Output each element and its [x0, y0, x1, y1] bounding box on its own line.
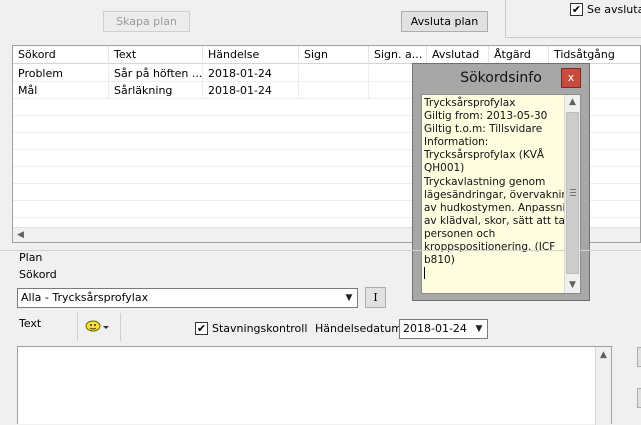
chevron-down-icon[interactable]: ▼: [473, 320, 485, 338]
side-button-upper[interactable]: [637, 347, 641, 367]
cell-sign: [299, 65, 369, 82]
cell-text: Sår på höften ...: [109, 65, 203, 82]
keyword-info-button[interactable]: I: [365, 287, 386, 308]
side-button-lower[interactable]: [637, 388, 641, 408]
plan-text-area[interactable]: ▲: [17, 346, 612, 425]
scroll-left-icon[interactable]: ◀: [13, 228, 28, 243]
column-header-action[interactable]: Åtgärd: [489, 46, 549, 64]
cell-keyword: Problem: [13, 65, 109, 82]
show-finished-checkbox[interactable]: ✔: [570, 3, 583, 16]
popup-line: Trycksårsprofylax: [424, 97, 516, 109]
textarea-vertical-scrollbar[interactable]: ▲: [595, 347, 611, 425]
popup-line: Information:: [424, 136, 489, 149]
keyword-select[interactable]: Alla - Trycksårsprofylax ▼: [17, 288, 358, 308]
keyword-label: Sökord: [19, 268, 57, 281]
popup-line: Giltig t.o.m: Tillsvidare: [424, 123, 543, 136]
column-header-time-spent[interactable]: Tidsåtgång: [549, 46, 641, 64]
column-header-finished[interactable]: Avslutad: [427, 46, 489, 64]
column-header-event[interactable]: Händelse: [203, 46, 299, 64]
options-panel: ✔ Se avslutad: [505, 0, 641, 38]
popup-line: av klädval, skor, sätt att ta i: [424, 214, 572, 227]
scroll-up-icon[interactable]: ▲: [565, 95, 580, 110]
plan-section-label: Plan: [19, 251, 43, 264]
close-icon[interactable]: x: [561, 68, 581, 88]
popup-line: QH001): [424, 162, 465, 175]
cell-sign: [299, 82, 369, 99]
emoji-icon: [85, 320, 109, 332]
column-header-keyword[interactable]: Sökord: [13, 46, 109, 64]
spellcheck-label: Stavningskontroll: [212, 322, 308, 335]
create-plan-button[interactable]: Skapa plan: [103, 11, 190, 32]
show-finished-label: Se avslutad: [587, 3, 641, 16]
cell-keyword: Mål: [13, 82, 109, 99]
event-date-label: Händelsedatum: [315, 322, 403, 335]
popup-line: Tryckavlastning genom: [424, 175, 546, 188]
chevron-down-icon[interactable]: ▼: [343, 289, 355, 307]
emoji-picker-button[interactable]: [77, 313, 121, 341]
text-label: Text: [19, 317, 42, 330]
cell-text: Sårläkning: [109, 82, 203, 99]
popup-line: lägesändringar, övervakning: [424, 188, 575, 201]
popup-line: Trycksårsprofylax (KVÅ: [424, 149, 545, 162]
column-header-text[interactable]: Text: [109, 46, 203, 64]
cell-event: 2018-01-24: [203, 65, 299, 82]
scroll-up-icon[interactable]: ▲: [596, 348, 611, 363]
popup-line: av hudkostymen. Anpassning: [424, 201, 579, 214]
popup-line: personen och: [424, 227, 496, 240]
event-date-value: 2018-01-24: [403, 322, 467, 335]
keyword-select-value: Alla - Trycksårsprofylax: [21, 291, 149, 304]
spellcheck-checkbox[interactable]: ✔: [195, 322, 208, 335]
column-header-sign-a[interactable]: Sign. a...: [369, 46, 427, 64]
column-header-sign[interactable]: Sign: [299, 46, 369, 64]
grid-header: Sökord Text Händelse Sign Sign. a... Avs…: [13, 46, 640, 64]
popup-line: Giltig from: 2013-05-30: [424, 110, 548, 123]
finish-plan-button[interactable]: Avsluta plan: [401, 11, 488, 32]
cell-event: 2018-01-24: [203, 82, 299, 99]
event-date-select[interactable]: 2018-01-24 ▼: [399, 319, 488, 339]
